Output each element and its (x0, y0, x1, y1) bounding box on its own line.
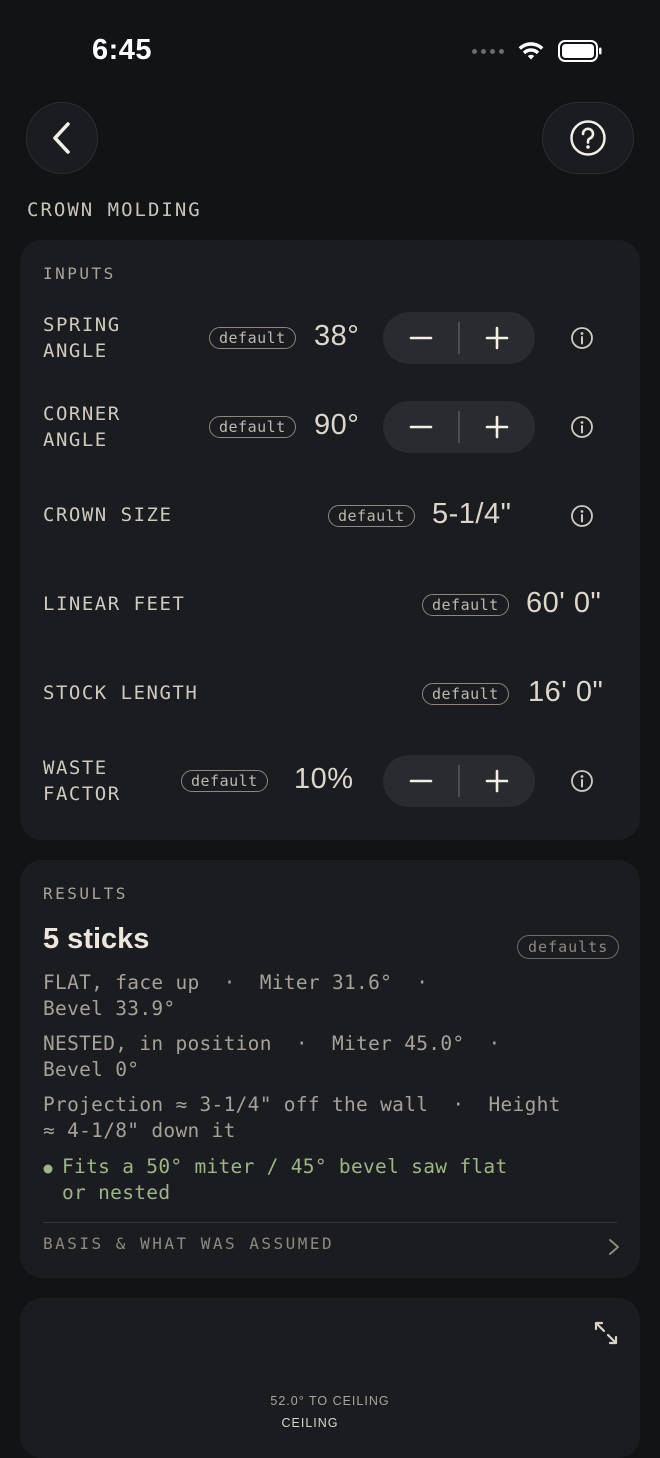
spring-angle-value: 38° (314, 320, 360, 352)
spring-angle-label: SPRING ANGLE (43, 314, 121, 362)
crown-size-info-icon[interactable] (570, 504, 594, 528)
cellular-signal-icon (472, 48, 504, 54)
waste-factor-info-icon[interactable] (570, 769, 594, 793)
default-badge: default (328, 505, 415, 527)
status-indicators (472, 40, 602, 62)
molding-diagram-card: 52.0° TO CEILING CEILING (20, 1298, 640, 1458)
input-row-crown-size[interactable]: CROWN SIZE default 5-1/4" (20, 486, 640, 546)
waste-factor-stepper (383, 755, 535, 807)
default-badge: default (422, 594, 509, 616)
status-time: 6:45 (92, 34, 153, 66)
corner-angle-increment-button[interactable] (459, 401, 535, 453)
stock-length-value: 16' 0" (528, 676, 604, 708)
inputs-section-label: INPUTS (43, 264, 116, 283)
help-button[interactable] (542, 102, 634, 174)
crown-size-label: CROWN SIZE (43, 504, 173, 526)
input-row-linear-feet[interactable]: LINEAR FEET default 60' 0" (20, 575, 640, 635)
inputs-card: INPUTS SPRING ANGLE default 38° CORNER A… (20, 240, 640, 840)
default-badge: default (181, 770, 268, 792)
status-dot-icon (43, 1164, 53, 1174)
waste-factor-decrement-button[interactable] (383, 755, 459, 807)
ceiling-label: CEILING (281, 1416, 339, 1430)
linear-feet-label: LINEAR FEET (43, 593, 186, 615)
chevron-left-icon (53, 122, 70, 154)
waste-factor-label: WASTE FACTOR (43, 757, 121, 805)
spring-angle-info-icon[interactable] (570, 326, 594, 350)
basis-assumptions-label: BASIS & WHAT WAS ASSUMED (43, 1234, 335, 1253)
projection-info: Projection ≈ 3-1/4" off the wall · Heigh… (43, 1093, 561, 1142)
defaults-badge: defaults (517, 935, 620, 959)
linear-feet-value: 60' 0" (526, 587, 602, 619)
input-row-corner-angle: CORNER ANGLE default 90° (20, 397, 640, 457)
plus-icon (485, 769, 509, 793)
default-badge: default (209, 327, 296, 349)
results-section-label: RESULTS (43, 884, 128, 903)
waste-factor-increment-button[interactable] (459, 755, 535, 807)
flat-cut-settings: FLAT, face up · Miter 31.6° · Bevel 33.9… (43, 971, 429, 1020)
minus-icon (409, 336, 433, 340)
spring-angle-stepper (383, 312, 535, 364)
crown-size-value: 5-1/4" (432, 498, 512, 530)
expand-icon[interactable] (593, 1320, 619, 1346)
input-row-stock-length[interactable]: STOCK LENGTH default 16' 0" (20, 664, 640, 724)
question-circle-icon (570, 120, 606, 156)
stock-length-label: STOCK LENGTH (43, 682, 199, 704)
input-row-spring-angle: SPRING ANGLE default 38° (20, 308, 640, 368)
wifi-icon (518, 42, 544, 60)
chevron-right-icon (609, 1239, 619, 1255)
corner-angle-stepper (383, 401, 535, 453)
default-badge: default (209, 416, 296, 438)
minus-icon (409, 779, 433, 783)
corner-angle-decrement-button[interactable] (383, 401, 459, 453)
stick-count: 5 sticks (43, 923, 150, 955)
plus-icon (485, 326, 509, 350)
corner-angle-label: CORNER ANGLE (43, 403, 121, 451)
battery-icon (558, 40, 602, 62)
input-row-waste-factor: WASTE FACTOR default 10% (20, 753, 640, 813)
back-button[interactable] (26, 102, 98, 174)
corner-angle-info-icon[interactable] (570, 415, 594, 439)
spring-angle-decrement-button[interactable] (383, 312, 459, 364)
default-badge: default (422, 683, 509, 705)
spring-angle-increment-button[interactable] (459, 312, 535, 364)
saw-compatibility-note: Fits a 50° miter / 45° bevel saw flat or… (62, 1155, 508, 1204)
results-divider (43, 1222, 617, 1223)
ceiling-angle-note: 52.0° TO CEILING (270, 1394, 390, 1408)
nested-cut-settings: NESTED, in position · Miter 45.0° · Beve… (43, 1032, 501, 1081)
basis-assumptions-link[interactable]: BASIS & WHAT WAS ASSUMED (43, 1232, 620, 1262)
results-card: RESULTS 5 sticks defaults FLAT, face up … (20, 860, 640, 1278)
page-title: CROWN MOLDING (27, 199, 202, 221)
corner-angle-value: 90° (314, 409, 360, 441)
waste-factor-value: 10% (294, 763, 354, 795)
minus-icon (409, 425, 433, 429)
plus-icon (485, 415, 509, 439)
